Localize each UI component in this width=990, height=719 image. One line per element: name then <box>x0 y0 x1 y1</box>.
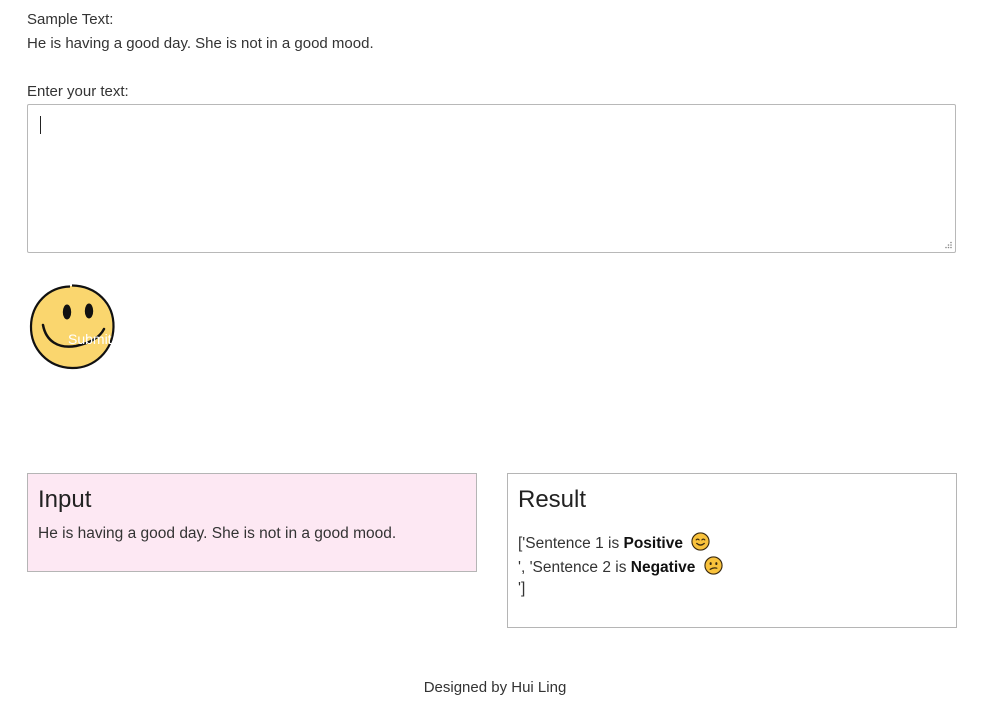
result-panel: Result ['Sentence 1 is Positive ', 'Sent… <box>507 473 957 628</box>
result-line-3: '] <box>518 580 525 598</box>
result-line-prefix: '] <box>518 580 526 597</box>
result-line-prefix: ['Sentence 1 is <box>518 535 624 552</box>
text-input[interactable] <box>27 104 956 253</box>
smiley-face-icon <box>29 284 115 370</box>
input-panel-text: He is having a good day. She is not in a… <box>38 525 397 542</box>
resize-grip-icon[interactable] <box>944 241 952 249</box>
text-caret <box>40 116 41 134</box>
text-input-label: Enter your text: <box>27 83 129 100</box>
sentiment-label: Positive <box>623 535 683 552</box>
submit-button-label: Submit <box>68 331 112 347</box>
smiling-face-icon <box>691 532 710 551</box>
submit-button[interactable]: Submit <box>28 283 116 371</box>
sample-text: He is having a good day. She is not in a… <box>27 35 374 52</box>
page: Sample Text: He is having a good day. Sh… <box>0 0 990 719</box>
input-panel-title: Input <box>38 486 92 513</box>
result-line-2: ', 'Sentence 2 is Negative <box>518 556 723 577</box>
footer-credit: Designed by Hui Ling <box>423 679 567 696</box>
result-line-1: ['Sentence 1 is Positive <box>518 532 710 553</box>
result-panel-title: Result <box>518 486 587 513</box>
sample-text-label: Sample Text: <box>27 11 114 28</box>
result-line-prefix: ', 'Sentence 2 is <box>518 559 631 576</box>
input-panel: Input He is having a good day. She is no… <box>27 473 477 572</box>
sentiment-label: Negative <box>630 559 696 576</box>
confused-face-icon <box>704 556 723 575</box>
